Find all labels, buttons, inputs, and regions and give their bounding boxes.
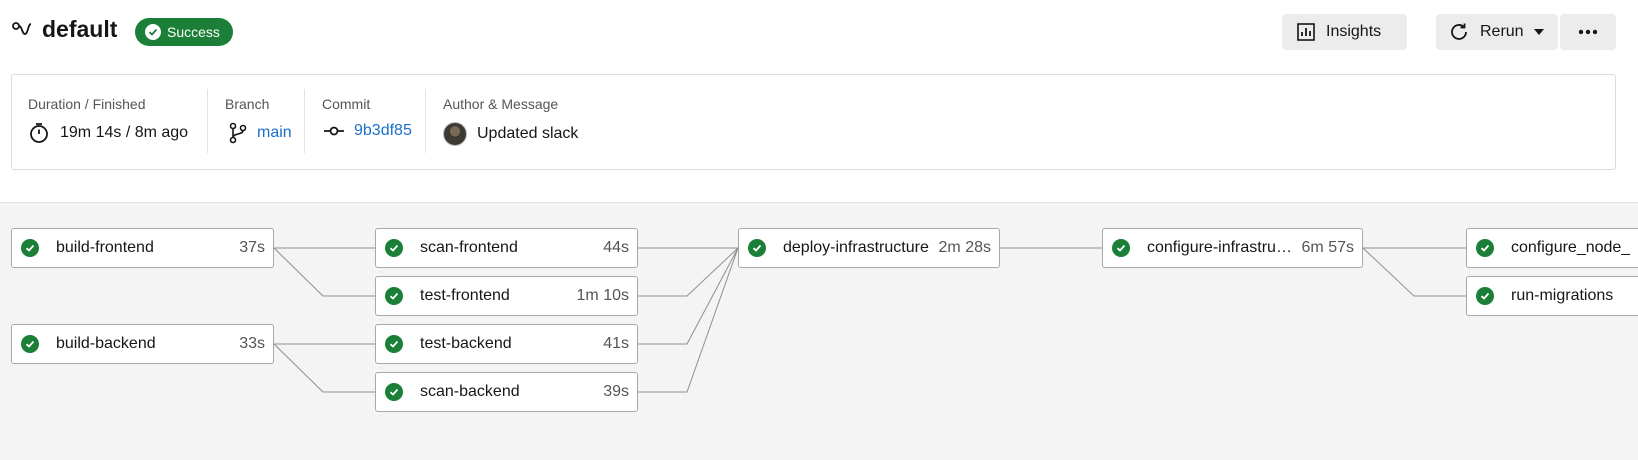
- success-check-icon: [1476, 239, 1494, 257]
- duration-label: Duration / Finished: [28, 96, 146, 112]
- more-options-button[interactable]: [1560, 14, 1616, 50]
- workflow-icon: [12, 22, 32, 35]
- status-badge-label: Success: [167, 24, 220, 40]
- divider: [207, 89, 208, 153]
- job-build-backend[interactable]: build-backend 33s: [11, 324, 274, 364]
- commit-message: Updated slack: [477, 125, 579, 142]
- status-badge: Success: [135, 18, 233, 46]
- job-name: scan-frontend: [420, 239, 518, 256]
- job-scan-frontend[interactable]: scan-frontend 44s: [375, 228, 638, 268]
- job-duration: 39s: [603, 383, 629, 400]
- divider: [304, 89, 305, 153]
- chart-icon: [1297, 23, 1315, 41]
- commit-icon: [324, 126, 344, 136]
- job-configure-node-exporter[interactable]: configure_node_exporter: [1466, 228, 1638, 268]
- success-check-icon: [385, 335, 403, 353]
- job-scan-backend[interactable]: scan-backend 39s: [375, 372, 638, 412]
- branch-label: Branch: [225, 96, 270, 112]
- job-run-migrations[interactable]: run-migrations: [1466, 276, 1638, 316]
- job-duration: 33s: [239, 335, 265, 352]
- job-duration: 6m 57s: [1301, 239, 1354, 256]
- rerun-icon: [1451, 23, 1467, 40]
- git-branch-icon: [229, 122, 247, 144]
- success-check-icon: [21, 335, 39, 353]
- job-duration: 37s: [239, 239, 265, 256]
- author-avatar[interactable]: [443, 122, 467, 146]
- success-check-icon: [385, 287, 403, 305]
- job-name: test-frontend: [420, 287, 510, 304]
- job-name: deploy-infrastructure: [783, 239, 929, 256]
- success-check-icon: [385, 383, 403, 401]
- caret-down-icon: [1533, 29, 1544, 35]
- workflow-graph: build-frontend 37s build-backend 33s sca…: [0, 202, 1638, 460]
- pipeline-info-panel: Duration / Finished 19m 14s / 8m ago Bra…: [11, 74, 1616, 170]
- job-duration: 44s: [603, 239, 629, 256]
- timer-icon: [30, 123, 48, 143]
- divider: [425, 89, 426, 153]
- author-label: Author & Message: [443, 96, 559, 112]
- insights-label: Insights: [1326, 23, 1382, 40]
- success-check-icon: [748, 239, 766, 257]
- page-title: default: [42, 16, 118, 42]
- rerun-button[interactable]: Rerun: [1436, 14, 1558, 50]
- job-name: build-backend: [56, 335, 156, 352]
- success-check-icon: [1112, 239, 1130, 257]
- success-check-icon: [385, 239, 403, 257]
- pipeline-header: default Success Insights Rerun: [0, 0, 1638, 62]
- job-name: test-backend: [420, 335, 512, 352]
- insights-button[interactable]: Insights: [1282, 14, 1407, 50]
- success-check-icon: [1476, 287, 1494, 305]
- success-check-icon: [21, 239, 39, 257]
- job-name: build-frontend: [56, 239, 154, 256]
- job-test-frontend[interactable]: test-frontend 1m 10s: [375, 276, 638, 316]
- job-duration: 2m 28s: [938, 239, 991, 256]
- job-duration: 41s: [603, 335, 629, 352]
- job-name: scan-backend: [420, 383, 520, 400]
- success-check-icon: [145, 24, 161, 40]
- rerun-label: Rerun: [1480, 23, 1524, 40]
- branch-link[interactable]: main: [257, 124, 292, 142]
- commit-label: Commit: [322, 96, 371, 112]
- duration-value: 19m 14s / 8m ago: [60, 124, 189, 141]
- job-configure-infrastructure[interactable]: configure-infrastructure 6m 57s: [1102, 228, 1363, 268]
- job-name: configure_node_exporter: [1511, 239, 1630, 256]
- job-build-frontend[interactable]: build-frontend 37s: [11, 228, 274, 268]
- job-name: configure-infrastructure: [1147, 239, 1298, 256]
- more-horizontal-icon: [1578, 29, 1598, 35]
- job-duration: 1m 10s: [576, 287, 629, 304]
- commit-link[interactable]: 9b3df85: [354, 122, 412, 140]
- job-deploy-infrastructure[interactable]: deploy-infrastructure 2m 28s: [738, 228, 1000, 268]
- job-name: run-migrations: [1511, 287, 1614, 304]
- job-test-backend[interactable]: test-backend 41s: [375, 324, 638, 364]
